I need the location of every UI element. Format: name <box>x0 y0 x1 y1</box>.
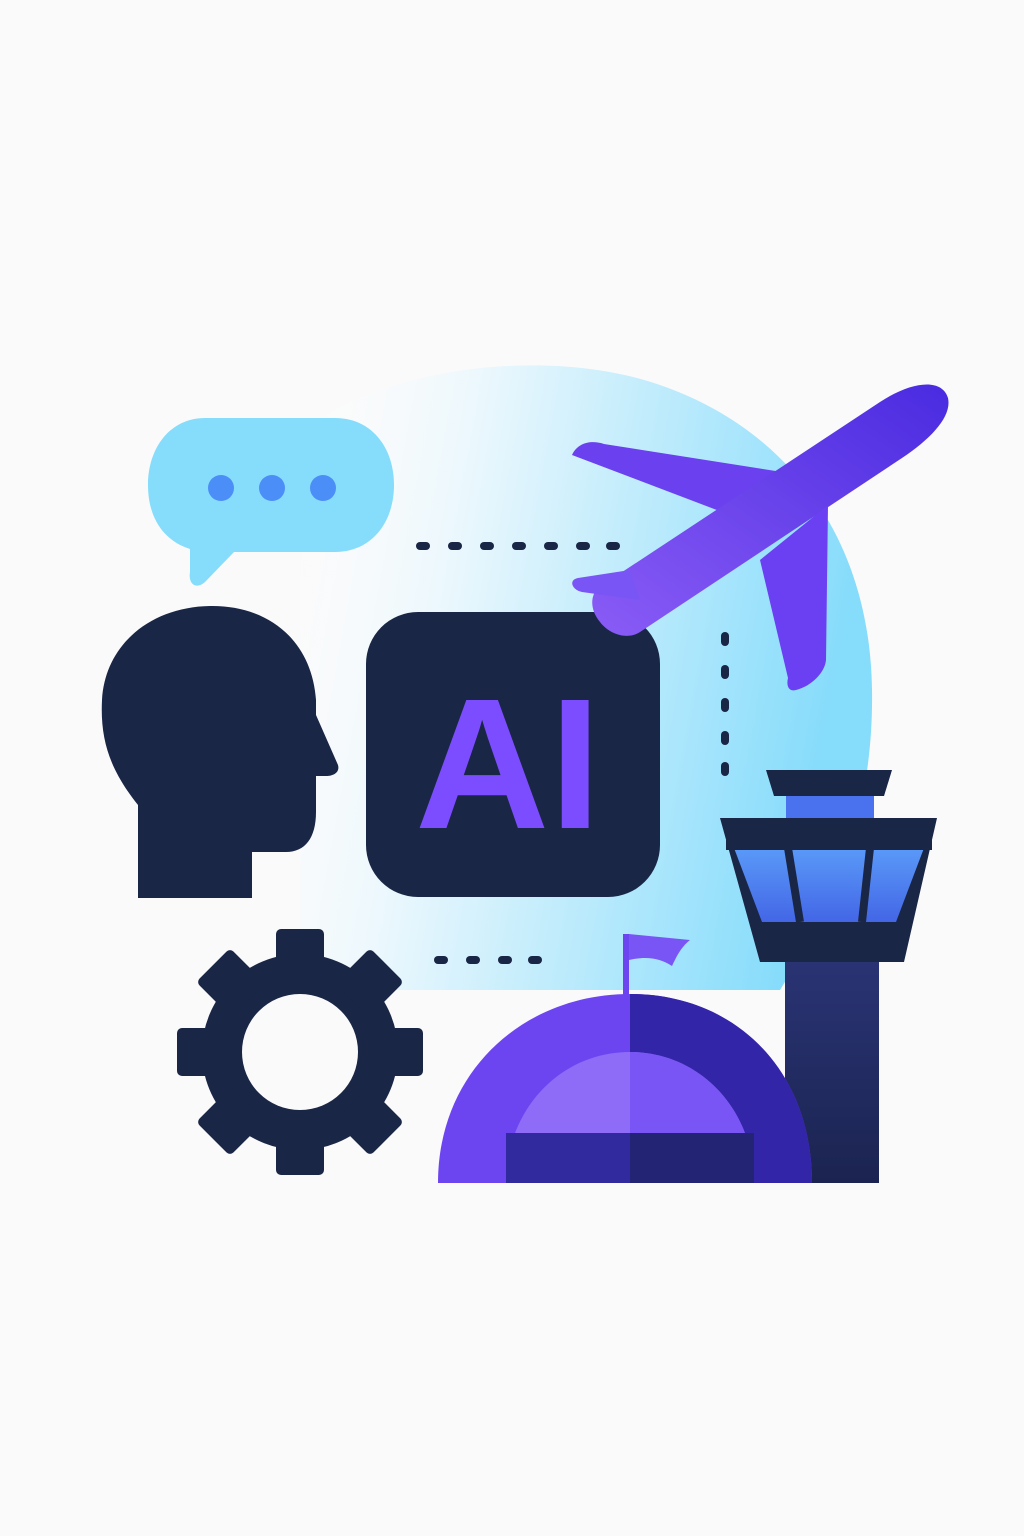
gear-hole <box>242 994 358 1110</box>
ai-label: AI <box>415 661 601 868</box>
hangar-dome-icon <box>438 994 812 1183</box>
tower-roof <box>766 770 892 796</box>
illustration-scene: AI <box>101 365 949 1183</box>
tower-cab-windows <box>734 848 924 922</box>
ai-chip-icon: AI <box>366 612 660 897</box>
typing-dot <box>310 475 336 501</box>
gear-icon <box>177 929 423 1175</box>
illustration-canvas: AI <box>0 0 1024 1536</box>
typing-dot <box>259 475 285 501</box>
typing-dot <box>208 475 234 501</box>
